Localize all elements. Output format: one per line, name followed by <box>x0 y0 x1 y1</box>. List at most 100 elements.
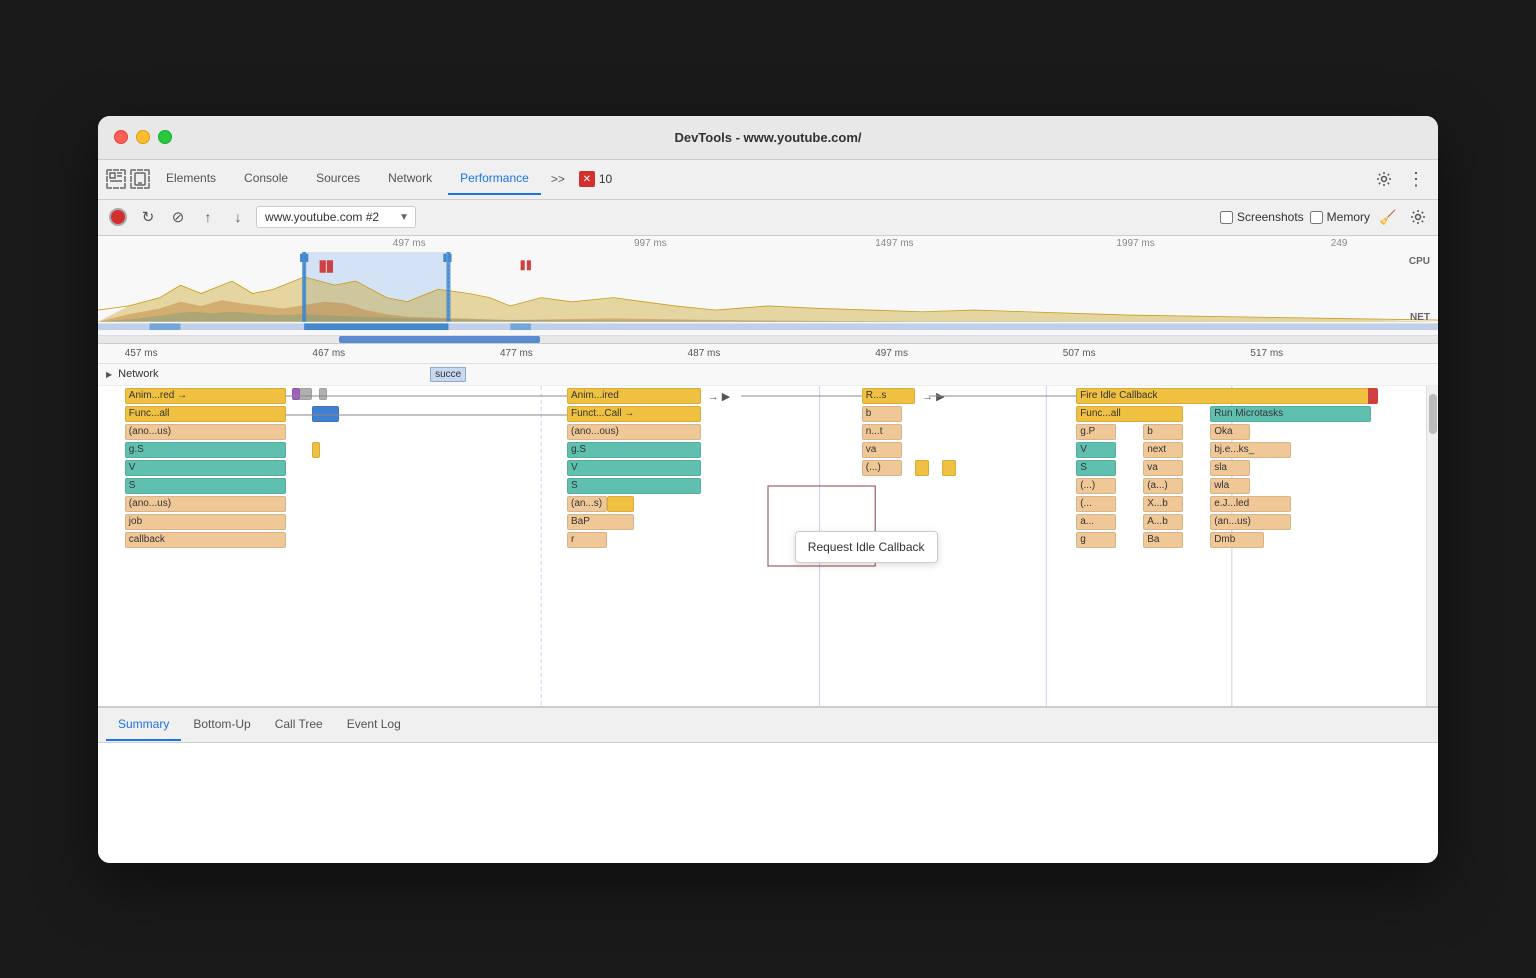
flame-oka-4[interactable]: Oka <box>1210 424 1250 440</box>
flame-ejled-4[interactable]: e.J...led <box>1210 496 1290 512</box>
flame-ans-2[interactable]: (an...s) <box>567 496 607 512</box>
flame-ano-us-1b[interactable]: (ano...us) <box>125 496 286 512</box>
overview-chart[interactable] <box>98 252 1438 335</box>
more-tabs-button[interactable]: >> <box>545 168 571 190</box>
flame-gray-2[interactable] <box>319 388 327 400</box>
flame-gp-4[interactable]: g.P <box>1076 424 1116 440</box>
collect-garbage-button[interactable]: 🧹 <box>1376 205 1400 229</box>
flame-yellow-col2[interactable] <box>607 496 634 512</box>
flame-ab-4[interactable]: A...b <box>1143 514 1183 530</box>
flame-nt-3[interactable]: n...t <box>862 424 902 440</box>
tab-event-log[interactable]: Event Log <box>335 709 413 741</box>
url-select[interactable]: www.youtube.com #2 ▼ <box>256 206 416 228</box>
flame-s-2[interactable]: S <box>567 478 701 494</box>
flame-xb-4[interactable]: X...b <box>1143 496 1183 512</box>
flame-blue-1[interactable] <box>312 406 339 422</box>
time-marker-7: 517 ms <box>1250 348 1283 359</box>
flame-b-4[interactable]: b <box>1143 424 1183 440</box>
tab-network[interactable]: Network <box>376 163 444 195</box>
settings-button[interactable] <box>1370 165 1398 193</box>
tab-call-tree[interactable]: Call Tree <box>263 709 335 741</box>
flame-bje-4[interactable]: bj.e...ks_ <box>1210 442 1290 458</box>
upload-button[interactable]: ↑ <box>196 205 220 229</box>
flame-wla-4[interactable]: wla <box>1210 478 1250 494</box>
flame-sla-4[interactable]: sla <box>1210 460 1250 476</box>
tab-summary[interactable]: Summary <box>106 709 181 741</box>
network-expand-icon[interactable]: ▶ <box>106 370 112 379</box>
flame-chart-area: 497 ms 997 ms 1497 ms 1997 ms 249 <box>98 236 1438 707</box>
flame-a3-4[interactable]: a... <box>1076 514 1116 530</box>
time-marker-2: 467 ms <box>312 348 345 359</box>
scrollbar-thumb[interactable] <box>1429 394 1437 434</box>
flame-v-4[interactable]: V <box>1076 442 1116 458</box>
flame-bap-2[interactable]: BaP <box>567 514 634 530</box>
flame-purple-1[interactable] <box>292 388 300 400</box>
screenshots-label: Screenshots <box>1237 210 1304 224</box>
flame-v-1[interactable]: V <box>125 460 286 476</box>
overview-section[interactable]: 497 ms 997 ms 1497 ms 1997 ms 249 <box>98 236 1438 336</box>
tab-sources[interactable]: Sources <box>304 163 372 195</box>
flame-r-2[interactable]: r <box>567 532 607 548</box>
flame-va-3[interactable]: va <box>862 442 902 458</box>
flame-anim-red-1[interactable]: Anim...red → <box>125 388 286 404</box>
clear-button[interactable]: ⊘ <box>166 205 190 229</box>
flame-va-4[interactable]: va <box>1143 460 1183 476</box>
flame-a-4[interactable]: (a...) <box>1143 478 1183 494</box>
flame-s-1[interactable]: S <box>125 478 286 494</box>
flame-s-4[interactable]: S <box>1076 460 1116 476</box>
maximize-button[interactable] <box>158 130 172 144</box>
flame-b-3[interactable]: b <box>862 406 902 422</box>
cpu-label: CPU <box>1409 256 1430 267</box>
flame-gs-2[interactable]: g.S <box>567 442 701 458</box>
flame-ba-4[interactable]: Ba <box>1143 532 1183 548</box>
overview-time-2: 997 ms <box>634 238 667 249</box>
record-button[interactable] <box>106 205 130 229</box>
flame-callback-1[interactable]: callback <box>125 532 286 548</box>
scrollbar-thumb[interactable] <box>339 336 540 343</box>
flame-next-4[interactable]: next <box>1143 442 1183 458</box>
flame-rs-3[interactable]: R...s <box>862 388 916 404</box>
flame-ano-ous-2[interactable]: (ano...ous) <box>567 424 701 440</box>
flame-g-4[interactable]: g <box>1076 532 1116 548</box>
record-icon <box>109 208 127 226</box>
flame-run-microtasks[interactable]: Run Microtasks <box>1210 406 1371 422</box>
download-button[interactable]: ↓ <box>226 205 250 229</box>
flame-ellipsis-3[interactable]: (...) <box>862 460 902 476</box>
flame-fire-idle[interactable]: Fire Idle Callback <box>1076 388 1371 404</box>
flame-content[interactable]: Anim...red → Anim...ired → ▶ R...s → ▶ F… <box>98 386 1438 706</box>
tab-elements[interactable]: Elements <box>154 163 228 195</box>
flame-dmb-4[interactable]: Dmb <box>1210 532 1264 548</box>
device-icon[interactable] <box>130 169 150 189</box>
flame-yellow-3a[interactable] <box>915 460 928 476</box>
tab-bottom-up[interactable]: Bottom-Up <box>181 709 262 741</box>
capture-settings-button[interactable] <box>1406 205 1430 229</box>
flame-yellow-strip[interactable] <box>312 442 320 458</box>
flame-func-all-4[interactable]: Func...all <box>1076 406 1183 422</box>
memory-checkbox[interactable] <box>1310 211 1323 224</box>
tab-console[interactable]: Console <box>232 163 300 195</box>
flame-gs-1[interactable]: g.S <box>125 442 286 458</box>
flame-ano-us-1[interactable]: (ano...us) <box>125 424 286 440</box>
tab-performance[interactable]: Performance <box>448 163 541 195</box>
flame-ellipsis2-4[interactable]: (... <box>1076 496 1116 512</box>
flame-job-1[interactable]: job <box>125 514 286 530</box>
flame-funct-call-2[interactable]: Funct...Call → <box>567 406 701 422</box>
minimize-button[interactable] <box>136 130 150 144</box>
flame-yellow-3b[interactable] <box>942 460 955 476</box>
flame-func-all-1[interactable]: Func...all <box>125 406 286 422</box>
flame-anim-ired-2[interactable]: Anim...ired <box>567 388 701 404</box>
flame-ellipsis-4a[interactable]: (...) <box>1076 478 1116 494</box>
screenshots-checkbox-group: Screenshots <box>1220 210 1304 224</box>
overview-time-3: 1497 ms <box>875 238 913 249</box>
inspect-icon[interactable] <box>106 169 126 189</box>
flame-gray-1[interactable] <box>299 388 312 400</box>
flame-v-2[interactable]: V <box>567 460 701 476</box>
overview-scrollbar[interactable] <box>98 336 1438 344</box>
flame-anus-4[interactable]: (an...us) <box>1210 514 1290 530</box>
tooltip-text: Request Idle Callback <box>808 540 925 554</box>
reload-record-button[interactable]: ↻ <box>136 205 160 229</box>
screenshots-checkbox[interactable] <box>1220 211 1233 224</box>
close-button[interactable] <box>114 130 128 144</box>
more-options-button[interactable]: ⋮ <box>1402 165 1430 193</box>
vertical-scrollbar[interactable] <box>1426 386 1438 706</box>
